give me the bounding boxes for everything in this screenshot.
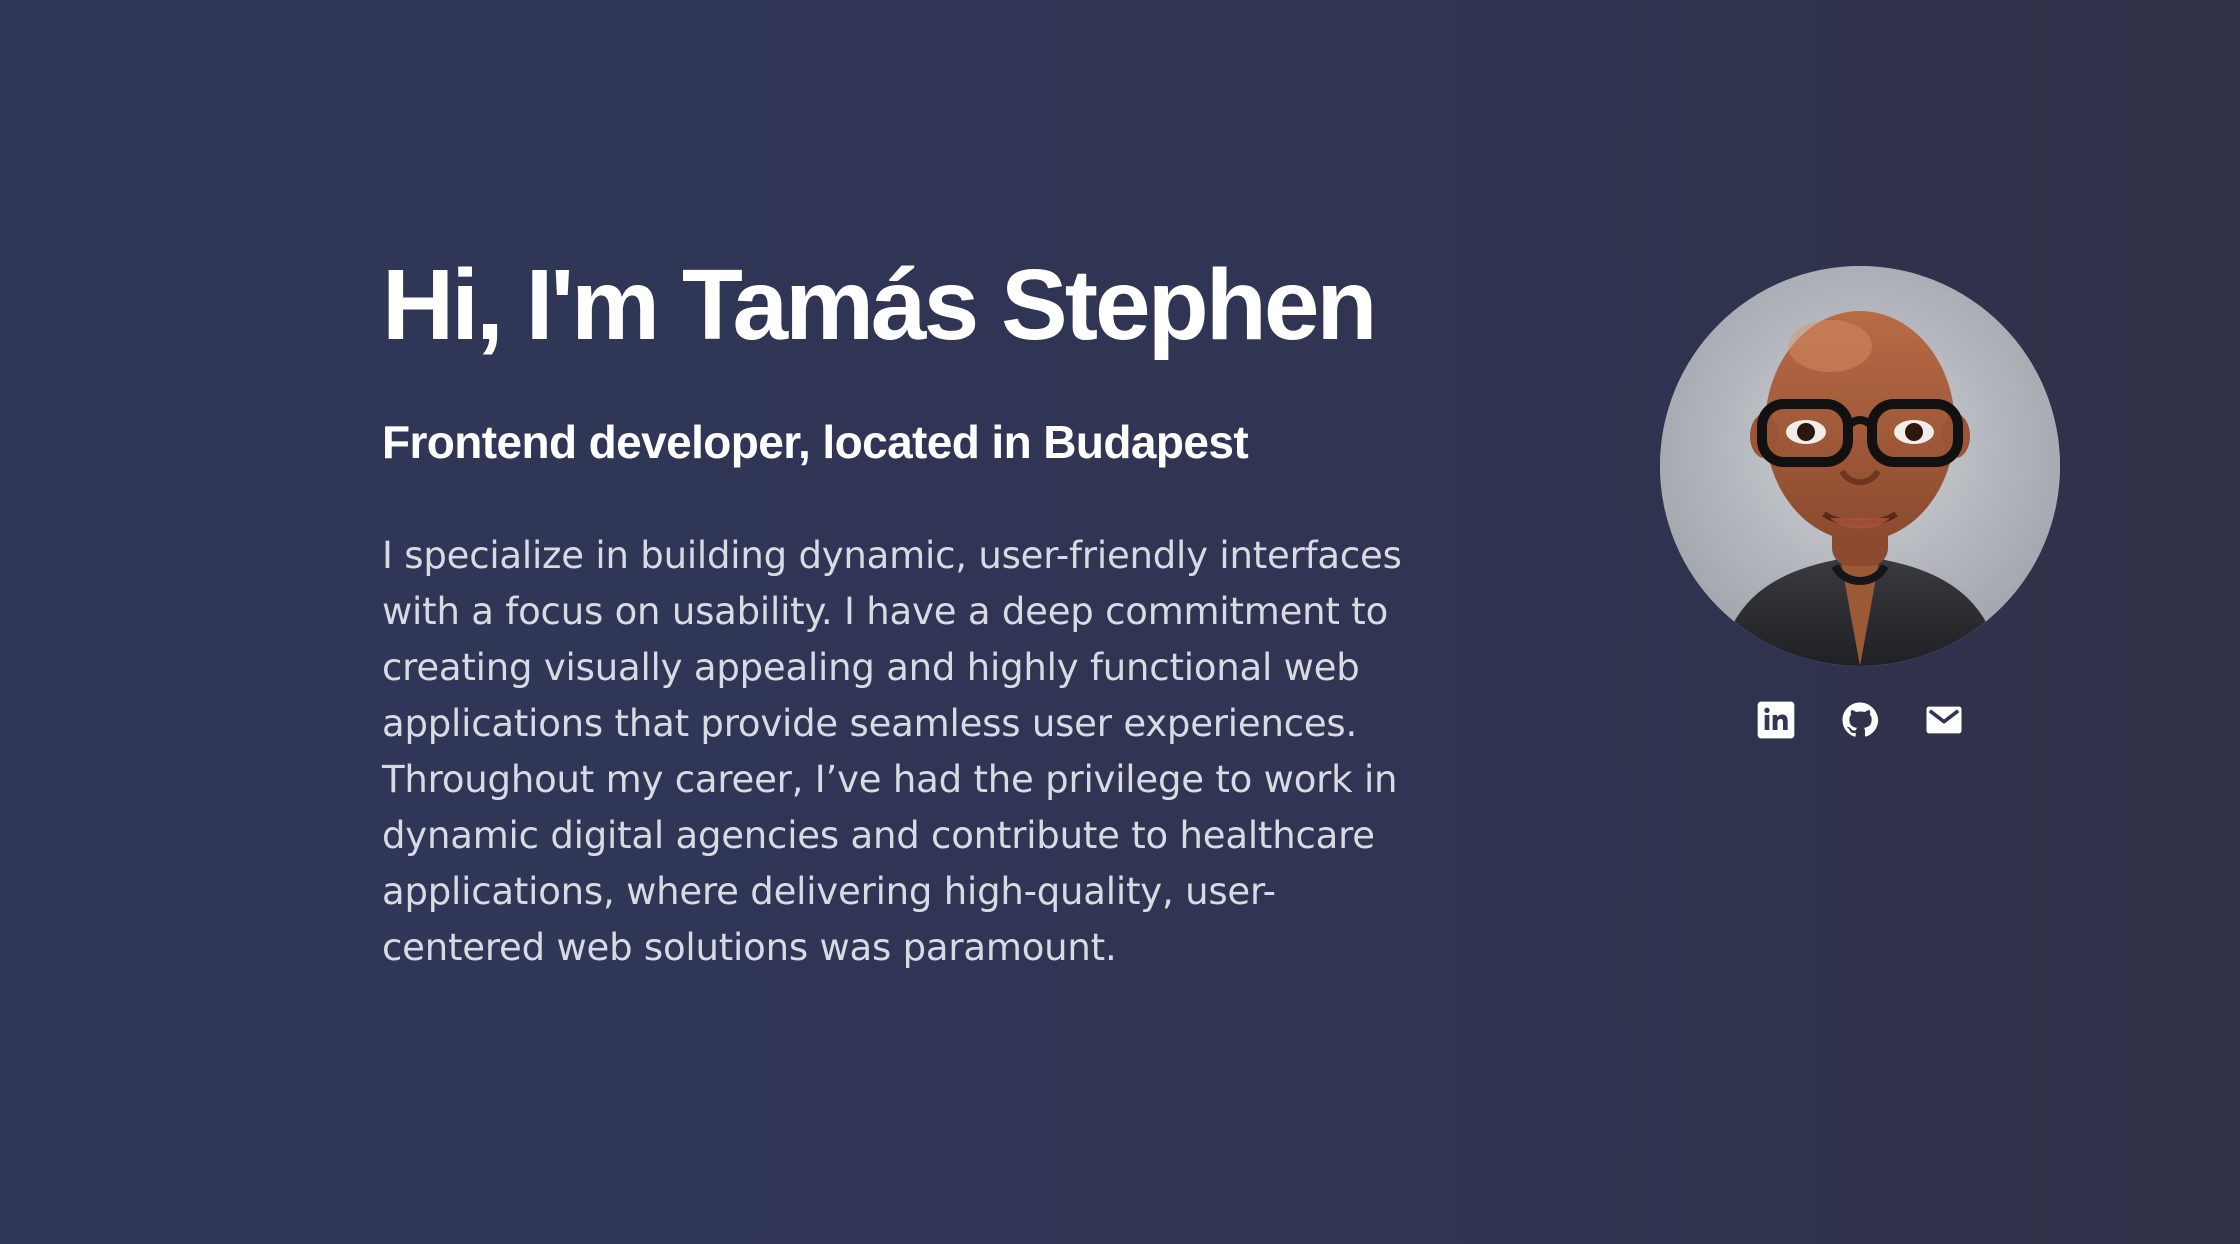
hero-section: Hi, I'm Tamás Stephen Frontend developer… <box>382 248 1412 976</box>
linkedin-link[interactable] <box>1756 700 1796 740</box>
email-link[interactable] <box>1924 700 1964 740</box>
avatar <box>1660 266 2060 666</box>
github-link[interactable] <box>1840 700 1880 740</box>
mail-icon <box>1926 706 1962 734</box>
avatar-portrait-icon <box>1660 266 2060 666</box>
profile-card <box>1660 266 2060 740</box>
linkedin-icon <box>1757 701 1795 739</box>
social-links <box>1660 700 2060 740</box>
page-title: Hi, I'm Tamás Stephen <box>382 249 1378 361</box>
github-icon <box>1842 702 1879 737</box>
page-subtitle: Frontend developer, located in Budapest <box>382 416 1249 468</box>
bio-paragraph: I specialize in building dynamic, user-f… <box>382 534 1402 970</box>
